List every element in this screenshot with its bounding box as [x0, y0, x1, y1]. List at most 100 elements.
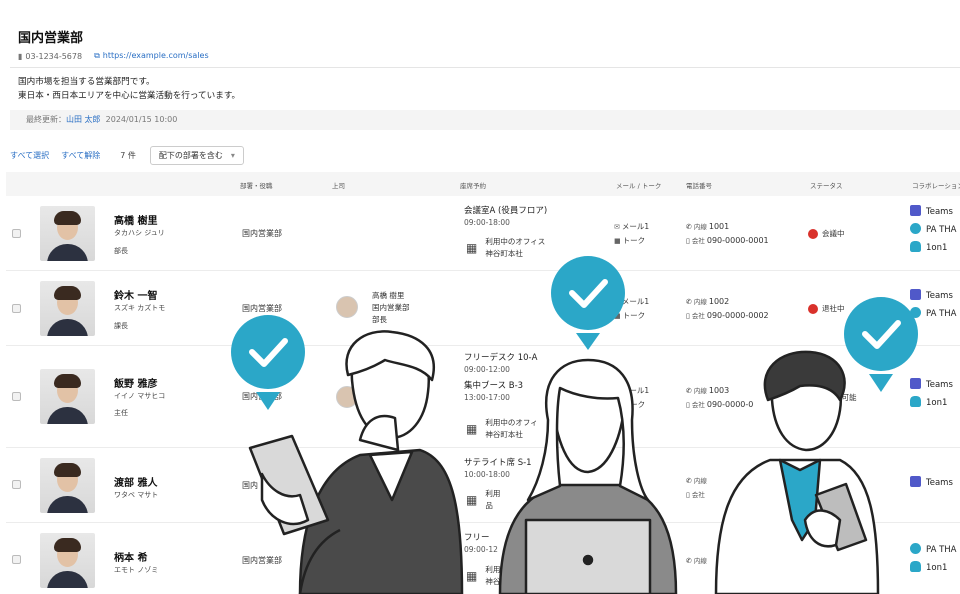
seat-name[interactable]: 会議室A (役員フロア) [464, 205, 547, 217]
teams-link[interactable]: Teams [910, 376, 953, 394]
mobile[interactable]: ▯ 会社 090-0000-0 [686, 398, 753, 412]
boss-avatar[interactable] [336, 296, 358, 318]
employee-name[interactable]: 渡部 雅人 [114, 474, 157, 489]
col-phone: 電話番号 [686, 182, 712, 190]
ext-label: 内線 [693, 477, 707, 485]
include-subdepartments-select[interactable]: 配下の部署を含む ▾ [149, 145, 244, 165]
pa-label: PA THA [926, 225, 957, 235]
talk-label: トーク [622, 236, 646, 245]
url-info[interactable]: ⧉ https://example.com/sales [94, 51, 209, 61]
current-office: ▦ 利用中のオフィ 神谷町本社 [466, 417, 538, 441]
extension[interactable]: ✆ 内線 [686, 554, 709, 568]
description-line: 東日本・西日本エリアを中心に営業活動を行っています。 [18, 91, 241, 101]
employee-name[interactable]: 高橋 樹里 [114, 212, 157, 227]
table-row[interactable]: 鈴木 一智 スズキ カズトモ 課長 国内営業部 高橋 樹里 国内営業部 部長 ✉… [6, 271, 960, 346]
pa-link[interactable]: PA THA [910, 541, 957, 559]
row-checkbox[interactable] [12, 555, 21, 564]
seat-time: 09:00-12:00 [464, 365, 510, 374]
mail-label: メール1 [621, 386, 650, 395]
teams-link[interactable]: Teams [910, 474, 953, 492]
boss-info[interactable]: 高橋 樹里 国内営業部 部長 [372, 290, 410, 326]
oneon-label: 1on1 [926, 398, 948, 408]
deselect-all-button[interactable]: すべて解除 [61, 150, 100, 161]
teams-label: Teams [926, 207, 953, 217]
building-icon: ▦ [466, 493, 478, 507]
table-row[interactable]: 飯野 雅彦 イイノ マサヒコ 主任 国内営業部 フリーデスク 10-A 09:0… [6, 346, 960, 448]
employee-name[interactable]: 柄本 希 [114, 549, 147, 564]
employee-kana: ワタベ マサト [114, 491, 159, 499]
ext-label: 内線 [693, 557, 707, 565]
page-title: 国内営業部 [18, 31, 84, 46]
extension[interactable]: ✆ 内線 1001 [686, 220, 769, 234]
phone-numbers: ✆ 内線 1002 ▯ 会社 090-0000-0002 [686, 295, 769, 323]
phone-numbers: ✆ 内線 [686, 554, 709, 568]
avatar [40, 281, 95, 336]
mobile[interactable]: ▯ 会社 090-0000-0001 [686, 234, 769, 248]
col-mail: メール / トーク [616, 182, 662, 190]
updated-time: 2024/01/15 10:00 [105, 115, 178, 124]
status-text: 会議中 [822, 229, 845, 238]
status-dot-icon [808, 303, 818, 314]
employee-kana: イイノ マサヒコ [114, 392, 166, 400]
extension[interactable]: ✆ 内線 [686, 474, 709, 488]
extension[interactable]: ✆ 内線 1003 [686, 384, 753, 398]
table-row[interactable]: 渡部 雅人 ワタベ マサト 国内 サテライト席 S-1 10:00-18:00 … [6, 448, 960, 523]
employee-name[interactable]: 飯野 雅彦 [114, 375, 157, 390]
current-office: ▦ 利用中のオフィス 神谷町本社 [466, 236, 545, 260]
talk-link[interactable]: ■ トーク [614, 398, 649, 412]
boss-avatar[interactable] [336, 386, 358, 408]
department-url-link[interactable]: https://example.com/sales [103, 51, 209, 60]
seat-reservation: サテライト席 S-1 10:00-18:00 [464, 457, 532, 481]
table-row[interactable]: 柄本 希 エモト ノゾミ 国内営業部 フリー 09:00-12 ▦ 利用中のオフ… [6, 523, 960, 594]
employee-dept: 国内営業部 [242, 304, 282, 313]
teams-icon [910, 476, 921, 487]
mail-icon: ✉ [614, 298, 620, 306]
teams-link[interactable]: Teams [910, 203, 957, 221]
pa-link[interactable]: PA THA [910, 221, 957, 239]
talk-link[interactable]: ■ トーク [614, 309, 649, 323]
oneon-link[interactable]: 1on1 [910, 394, 953, 412]
mobile-icon: ▯ [686, 491, 690, 499]
row-checkbox[interactable] [12, 392, 21, 401]
contact-row: ▮ 03-1234-5678 ⧉ https://example.com/sales [18, 51, 209, 61]
mobile[interactable]: ▯ 会社 090-0000-0002 [686, 309, 769, 323]
talk-link[interactable]: ■ トーク [614, 234, 649, 248]
mail-link[interactable]: ✉ メール1 [614, 384, 649, 398]
employee-name[interactable]: 鈴木 一智 [114, 287, 157, 302]
extension[interactable]: ✆ 内線 1002 [686, 295, 769, 309]
office-name: 神谷町本社 [485, 430, 523, 439]
table-row[interactable]: 高橋 樹里 タカハシ ジュリ 部長 国内営業部 会議室A (役員フロア) 09:… [6, 196, 960, 271]
collaboration-links: Teams PA THA [910, 287, 957, 323]
mail-icon: ✉ [614, 387, 620, 395]
seat-name[interactable]: サテライト席 S-1 [464, 457, 532, 469]
employee-kana: スズキ カズトモ [114, 304, 166, 312]
seat-name[interactable]: 集中ブース B-3 [464, 380, 537, 392]
seat-reservation: フリーデスク 10-A 09:00-12:00 集中ブース B-3 13:00-… [464, 352, 537, 404]
select-all-button[interactable]: すべて選択 [10, 150, 49, 161]
row-checkbox[interactable] [12, 480, 21, 489]
mobile[interactable]: ▯ 会社 [686, 488, 709, 502]
employee-dept: 国内 [242, 481, 258, 490]
row-checkbox[interactable] [12, 304, 21, 313]
row-checkbox[interactable] [12, 229, 21, 238]
teams-link[interactable]: Teams [910, 287, 957, 305]
company-label: 会社 [691, 491, 705, 499]
teams-icon [910, 289, 921, 300]
building-icon: ▦ [466, 569, 478, 583]
oneon-link[interactable]: 1on1 [910, 239, 957, 257]
office-name: 神谷町本社 [485, 249, 523, 258]
updated-user-link[interactable]: 山田 太郎 [66, 115, 101, 124]
mobile-number: 090-0000-0002 [706, 311, 769, 320]
employee-kana: タカハシ ジュリ [114, 229, 165, 237]
mail-link[interactable]: ✉ メール1 [614, 295, 649, 309]
oneon-link[interactable]: 1on1 [910, 559, 957, 577]
mail-talk: ✉ メール1 ■ トーク [614, 384, 649, 412]
table-header: 部署・役職 上司 座席予約 メール / トーク 電話番号 ステータス コラボレー… [6, 172, 960, 196]
seat-name[interactable]: フリー [464, 532, 498, 544]
mail-icon: ✉ [614, 223, 620, 231]
department-header: 国内営業部 ▮ 03-1234-5678 ⧉ https://example.com… [0, 0, 960, 140]
seat-name[interactable]: フリーデスク 10-A [464, 352, 537, 364]
pa-link[interactable]: PA THA [910, 305, 957, 323]
mail-link[interactable]: ✉ メール1 [614, 220, 649, 234]
avatar [40, 369, 95, 424]
